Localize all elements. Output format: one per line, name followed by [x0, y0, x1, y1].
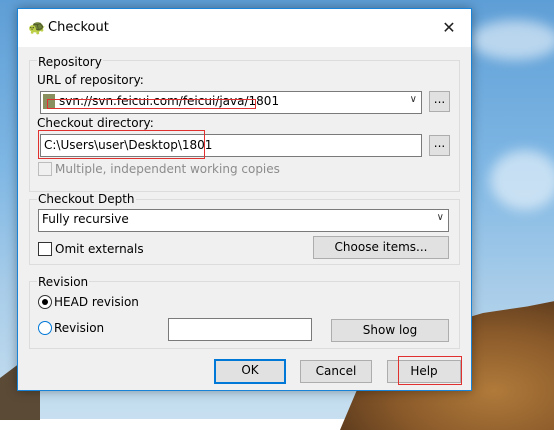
url-combobox[interactable]: svn://svn.feicui.com/feicui/java/1801 ∨: [40, 91, 422, 114]
choose-items-button[interactable]: Choose items...: [313, 236, 449, 259]
revision-radio[interactable]: [38, 321, 52, 335]
title-bar: 🐢 Checkout ✕: [18, 9, 471, 47]
revision-group-label: Revision: [37, 275, 90, 289]
head-revision-label: HEAD revision: [54, 295, 139, 309]
window-title: Checkout: [48, 20, 109, 35]
close-button[interactable]: ✕: [435, 15, 463, 41]
url-label: URL of repository:: [37, 73, 144, 87]
checkout-dir-value: C:\Users\user\Desktop\1801: [44, 138, 213, 152]
omit-externals-label: Omit externals: [55, 242, 144, 256]
checkout-dialog: 🐢 Checkout ✕ Repository URL of repositor…: [17, 8, 472, 391]
url-value: svn://svn.feicui.com/feicui/java/1801: [59, 94, 280, 108]
help-button[interactable]: Help: [387, 360, 461, 383]
cloud: [470, 20, 554, 60]
revision-input[interactable]: [168, 318, 312, 341]
chevron-down-icon[interactable]: ∨: [410, 94, 417, 105]
multiple-copies-checkbox[interactable]: [38, 162, 52, 176]
ok-button[interactable]: OK: [214, 359, 286, 384]
revision-label: Revision: [54, 321, 105, 335]
dir-browse-button[interactable]: ...: [429, 135, 450, 156]
cancel-button[interactable]: Cancel: [300, 360, 372, 383]
tortoise-icon: 🐢: [28, 20, 46, 36]
chevron-down-icon[interactable]: ∨: [437, 212, 444, 223]
url-browse-button[interactable]: ...: [429, 91, 450, 112]
multiple-copies-label: Multiple, independent working copies: [55, 162, 280, 176]
repository-icon: [43, 94, 55, 109]
show-log-button[interactable]: Show log: [331, 319, 449, 342]
checkout-dir-input[interactable]: C:\Users\user\Desktop\1801: [40, 134, 422, 157]
omit-externals-checkbox[interactable]: [38, 242, 52, 256]
checkout-dir-label: Checkout directory:: [37, 116, 154, 130]
head-revision-radio[interactable]: [38, 295, 52, 309]
cloud: [490, 150, 554, 210]
checkout-depth-label: Checkout Depth: [37, 192, 136, 206]
repository-group-label: Repository: [37, 55, 103, 69]
depth-dropdown[interactable]: Fully recursive ∨: [38, 209, 449, 232]
depth-selected: Fully recursive: [42, 212, 129, 226]
